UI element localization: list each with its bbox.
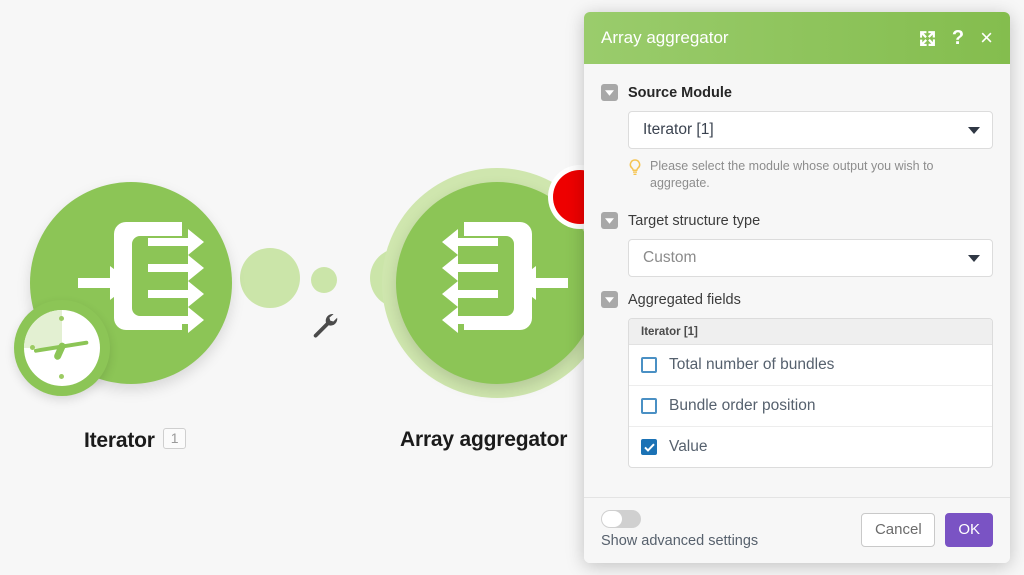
expand-icon[interactable] [919, 30, 936, 47]
source-module-hint: Please select the module whose output yo… [628, 158, 993, 192]
iterator-clock-badge [14, 300, 110, 396]
chevron-down-icon[interactable] [601, 291, 618, 308]
cancel-button[interactable]: Cancel [861, 512, 936, 547]
clock-face [24, 310, 100, 386]
advanced-settings-label: Show advanced settings [601, 533, 759, 549]
clock-tick-top [59, 316, 64, 321]
checkbox-label: Value [669, 438, 708, 455]
source-module-select[interactable]: Iterator [1] [628, 111, 993, 149]
chevron-down-icon [968, 126, 980, 134]
checkbox-row-total-number-of-bundles[interactable]: Total number of bundles [629, 345, 992, 386]
iterator-label: Iterator 1 [84, 428, 187, 453]
toggle-knob [602, 511, 622, 527]
checkbox-unchecked-icon[interactable] [641, 398, 657, 414]
aggregator-label: Array aggregator [400, 428, 567, 452]
aggregated-fields-label: Aggregated fields [628, 291, 741, 308]
connection-dot[interactable] [311, 267, 337, 293]
target-structure-value: Custom [643, 249, 697, 266]
checkbox-row-value[interactable]: Value [629, 427, 992, 467]
checkbox-row-bundle-order-position[interactable]: Bundle order position [629, 386, 992, 427]
aggregator-label-text: Array aggregator [400, 428, 568, 451]
dialog-title: Array aggregator [601, 28, 729, 47]
target-structure-field-header: Target structure type [601, 212, 993, 229]
ok-button[interactable]: OK [945, 512, 993, 547]
checkbox-label: Total number of bundles [669, 356, 835, 373]
iterator-label-badge: 1 [162, 428, 187, 449]
source-module-field-header: Source Module [601, 84, 993, 101]
clock-tick-bottom [59, 374, 64, 379]
aggregated-fields-list: Iterator [1] Total number of bundles Bun… [628, 318, 993, 468]
close-icon[interactable]: × [980, 27, 993, 49]
checkbox-label: Bundle order position [669, 397, 816, 414]
chevron-down-icon[interactable] [601, 212, 618, 229]
target-structure-select[interactable]: Custom [628, 239, 993, 277]
aggregated-fields-group-header: Iterator [1] [629, 319, 992, 345]
clock-shade [24, 310, 62, 348]
aggregated-fields-header: Aggregated fields [601, 291, 993, 308]
chevron-down-icon [968, 254, 980, 262]
source-module-value: Iterator [1] [643, 121, 714, 138]
advanced-settings-group: Show advanced settings [601, 510, 861, 549]
source-module-hint-text: Please select the module whose output yo… [650, 159, 934, 190]
dialog-header: Array aggregator ? × [584, 12, 1010, 64]
help-icon[interactable]: ? [952, 28, 964, 48]
iterator-output-connector[interactable] [240, 248, 300, 308]
target-structure-label: Target structure type [628, 212, 761, 229]
checkbox-unchecked-icon[interactable] [641, 357, 657, 373]
wrench-icon[interactable] [311, 312, 341, 342]
array-aggregator-dialog: Array aggregator ? × Source Module Itera… [584, 12, 1010, 563]
lightbulb-icon [629, 159, 641, 175]
iterator-label-text: Iterator [84, 429, 155, 452]
aggregator-merge-icon [442, 222, 568, 333]
dialog-body: Source Module Iterator [1] Please select… [584, 64, 1010, 497]
chevron-down-icon[interactable] [601, 84, 618, 101]
advanced-settings-toggle[interactable] [601, 510, 641, 528]
source-module-label: Source Module [628, 84, 732, 101]
checkbox-checked-icon[interactable] [641, 439, 657, 455]
dialog-footer: Show advanced settings Cancel OK [584, 497, 1010, 563]
